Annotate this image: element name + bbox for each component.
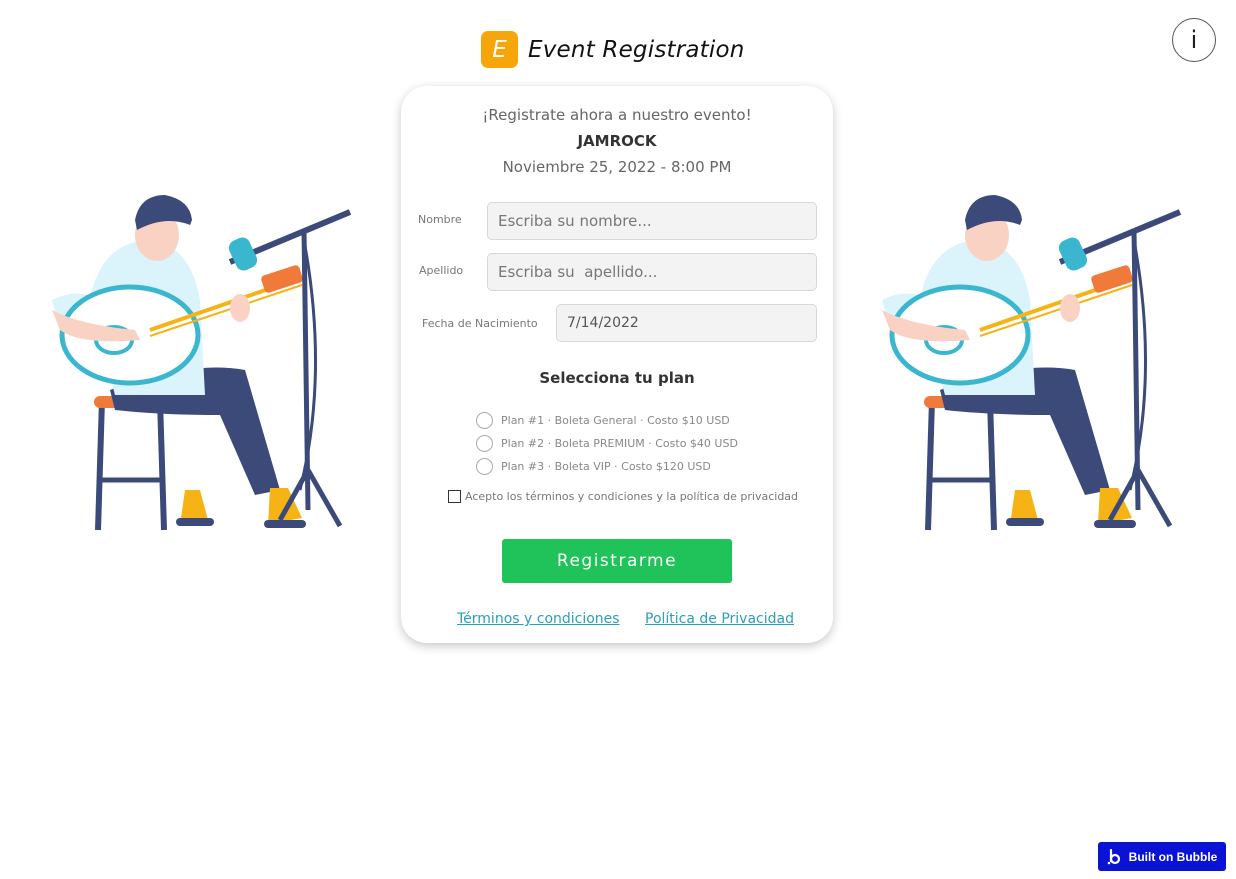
mic-stand	[1058, 209, 1182, 528]
plan-option-2[interactable]: Plan #2 · Boleta PREMIUM · Costo $40 USD	[476, 434, 738, 452]
birth-date-input[interactable]	[556, 304, 817, 342]
event-date: Noviembre 25, 2022 - 8:00 PM	[502, 158, 732, 176]
plan-option-1[interactable]: Plan #1 · Boleta General · Costo $10 USD	[476, 411, 730, 429]
info-button[interactable]: i	[1172, 18, 1216, 62]
page-title: Event Registration	[528, 36, 745, 63]
first-name-input[interactable]	[487, 202, 817, 240]
register-button[interactable]: Registrarme	[502, 539, 732, 583]
plan-heading: Selecciona tu plan	[539, 369, 695, 387]
terms-row[interactable]: Acepto los términos y condiciones y la p…	[448, 490, 798, 503]
privacy-link[interactable]: Política de Privacidad	[645, 611, 794, 627]
intro-text: ¡Registrate ahora a nuestro evento!	[482, 106, 752, 124]
app-header: E Event Registration	[481, 31, 745, 68]
terms-link[interactable]: Términos y condiciones	[457, 611, 620, 627]
app-logo: E	[481, 31, 518, 68]
terms-checkbox[interactable]	[448, 490, 461, 503]
radio-button[interactable]	[476, 457, 493, 475]
registration-card: ¡Registrate ahora a nuestro evento! JAMR…	[401, 86, 833, 643]
last-name-label: Apellido	[419, 264, 464, 277]
guitarist-illustration	[52, 195, 352, 531]
plan-label: Plan #1 · Boleta General · Costo $10 USD	[501, 413, 730, 427]
plan-option-3[interactable]: Plan #3 · Boleta VIP · Costo $120 USD	[476, 457, 711, 475]
badge-label: Built on Bubble	[1128, 849, 1218, 864]
info-icon: i	[1190, 26, 1198, 54]
radio-button[interactable]	[476, 434, 493, 452]
mic-stand	[228, 209, 352, 528]
birth-date-label: Fecha de Nacimiento	[422, 317, 538, 330]
first-name-label: Nombre	[418, 213, 462, 226]
built-on-bubble-badge[interactable]: Built on Bubble	[1098, 842, 1226, 871]
plan-label: Plan #2 · Boleta PREMIUM · Costo $40 USD	[501, 436, 738, 450]
last-name-input[interactable]	[487, 253, 817, 291]
radio-button[interactable]	[476, 411, 493, 429]
terms-label: Acepto los términos y condiciones y la p…	[465, 490, 799, 503]
plan-label: Plan #3 · Boleta VIP · Costo $120 USD	[501, 459, 711, 473]
event-name: JAMROCK	[577, 132, 657, 150]
guitarist-illustration-right	[882, 195, 1182, 531]
bubble-logo-icon	[1107, 848, 1120, 864]
